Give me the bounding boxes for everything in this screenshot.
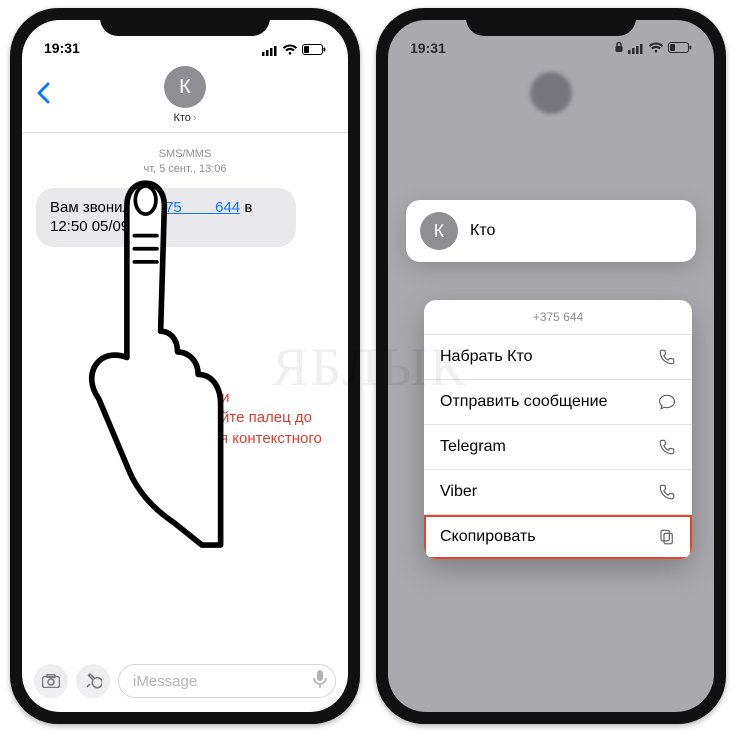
sms-meta: SMS/MMS чт, 5 сент., 13:06 <box>22 147 348 178</box>
avatar-letter: К <box>179 76 191 99</box>
signal-icon <box>628 43 644 54</box>
context-item-label: Скопировать <box>440 528 536 546</box>
mic-icon[interactable] <box>313 669 327 694</box>
copy-icon <box>658 528 676 546</box>
camera-button[interactable] <box>34 664 68 698</box>
message-icon <box>658 393 676 411</box>
context-item-1[interactable]: Отправить сообщение <box>424 380 692 425</box>
context-item-3[interactable]: Viber <box>424 470 692 515</box>
context-item-label: Viber <box>440 483 477 501</box>
chevron-right-icon: › <box>193 112 197 124</box>
signal-icon <box>262 45 278 56</box>
sms-label: SMS/MMS <box>22 147 348 162</box>
phone-icon <box>658 483 676 501</box>
context-menu: +375 644 Набрать Кто Отправить сообщение T… <box>424 300 692 559</box>
context-item-4[interactable]: Скопировать <box>424 515 692 559</box>
messages-header: К Кто › <box>22 60 348 133</box>
context-item-label: Набрать Кто <box>440 348 533 366</box>
wifi-icon <box>648 42 664 54</box>
phone-link[interactable]: +375​ 644 <box>148 199 240 216</box>
context-item-label: Telegram <box>440 438 506 456</box>
wifi-icon <box>282 44 298 56</box>
instruction-text: Нажмите и удерживайте палец до появления… <box>154 388 322 469</box>
sms-date: чт, 5 сент., 13:06 <box>22 162 348 177</box>
status-time: 19:31 <box>44 40 80 56</box>
compose-bar: iMessage <box>22 664 348 698</box>
notch <box>466 8 636 36</box>
status-time: 19:31 <box>410 40 446 56</box>
contact-name: Кто <box>173 112 190 124</box>
blurred-avatar <box>530 72 572 114</box>
contact-avatar[interactable]: К <box>164 66 206 108</box>
compose-placeholder: iMessage <box>133 673 197 690</box>
contact-avatar: К <box>420 212 458 250</box>
phone-icon <box>658 348 676 366</box>
bubble-text-prefix: Вам звонили: <box>50 199 148 216</box>
phone-left: 19:31 К Кто › <box>10 8 360 724</box>
back-button[interactable] <box>36 82 66 108</box>
battery-icon <box>668 42 692 54</box>
apps-button[interactable] <box>76 664 110 698</box>
phone-icon <box>658 438 676 456</box>
notch <box>100 8 270 36</box>
status-icons <box>262 44 326 56</box>
lock-icon <box>614 40 624 56</box>
status-icons <box>614 40 692 56</box>
phone-right: 19:31 К Кто +375 644 Набрать Кто Отправит… <box>376 8 726 724</box>
context-item-2[interactable]: Telegram <box>424 425 692 470</box>
context-item-label: Отправить сообщение <box>440 393 607 411</box>
contact-name-row[interactable]: Кто › <box>173 112 196 124</box>
message-bubble[interactable]: Вам звонили: +375​ 644 в 12:50 05/09. <box>36 188 296 247</box>
battery-icon <box>302 44 326 56</box>
context-item-0[interactable]: Набрать Кто <box>424 335 692 380</box>
contact-card[interactable]: К Кто <box>406 200 696 262</box>
contact-name: Кто <box>470 222 495 240</box>
compose-input[interactable]: iMessage <box>118 664 336 698</box>
context-menu-phone: +375 644 <box>424 300 692 335</box>
